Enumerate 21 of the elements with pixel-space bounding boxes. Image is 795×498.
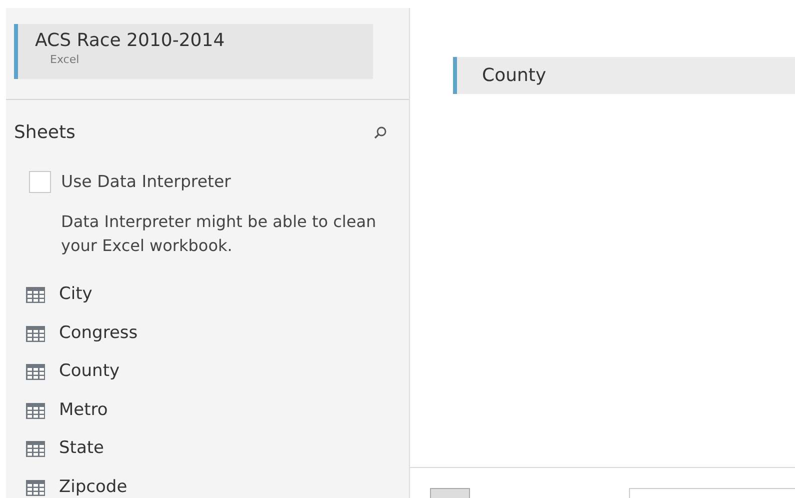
connection-name: ACS Race 2010-2014 [35,30,226,52]
sheet-item[interactable]: Metro [59,398,108,424]
table-icon [26,326,45,342]
sheet-item[interactable]: Congress [59,320,138,346]
table-pill[interactable]: County [453,57,795,94]
interpreter-hint: Data Interpreter might be able to clean your Excel workbook. [60,210,378,257]
table-icon [26,402,45,418]
search-icon[interactable] [374,126,387,139]
sheet-item[interactable]: State [59,436,104,462]
table-icon [26,480,45,496]
interpreter-label: Use Data Interpreter [61,171,231,193]
sheet-item[interactable]: Zipcode [59,474,128,498]
connection-card[interactable]: ACS Race 2010-2014 Excel [14,24,373,79]
sheets-title: Sheets [14,121,76,145]
interpreter-checkbox[interactable] [29,171,51,194]
connection-type: Excel [49,52,80,68]
table-icon [26,441,45,457]
table-icon [26,364,45,380]
table-icon [26,287,45,303]
sheet-item[interactable]: City [59,282,92,308]
sheet-item[interactable]: County [59,359,120,385]
